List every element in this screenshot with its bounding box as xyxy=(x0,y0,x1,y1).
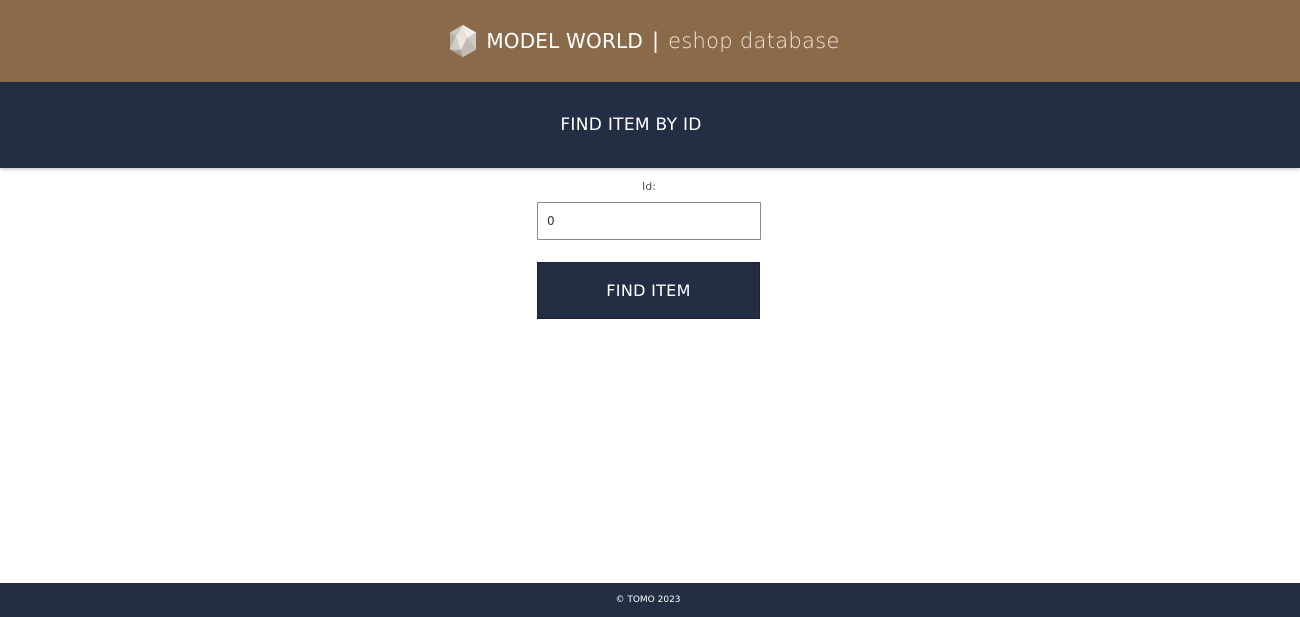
site-footer: © TOMO 2023 xyxy=(0,583,1300,617)
find-item-button[interactable]: FIND ITEM xyxy=(537,262,760,319)
polyhedron-logo-icon xyxy=(450,25,477,57)
brand[interactable]: MODEL WORLD | eshop database xyxy=(448,24,839,58)
find-item-form: Id: FIND ITEM xyxy=(537,180,761,319)
id-input[interactable] xyxy=(537,202,761,240)
page-title: FIND ITEM BY ID xyxy=(560,115,702,135)
brand-subtitle: eshop database xyxy=(668,29,840,53)
copyright-text: © TOMO 2023 xyxy=(615,595,681,605)
site-header: MODEL WORLD | eshop database xyxy=(0,0,1300,82)
id-label: Id: xyxy=(642,180,656,193)
page: MODEL WORLD | eshop database FIND ITEM B… xyxy=(0,0,1300,617)
brand-separator: | xyxy=(652,29,660,53)
brand-name: MODEL WORLD xyxy=(486,29,644,53)
title-bar: FIND ITEM BY ID xyxy=(0,82,1300,168)
